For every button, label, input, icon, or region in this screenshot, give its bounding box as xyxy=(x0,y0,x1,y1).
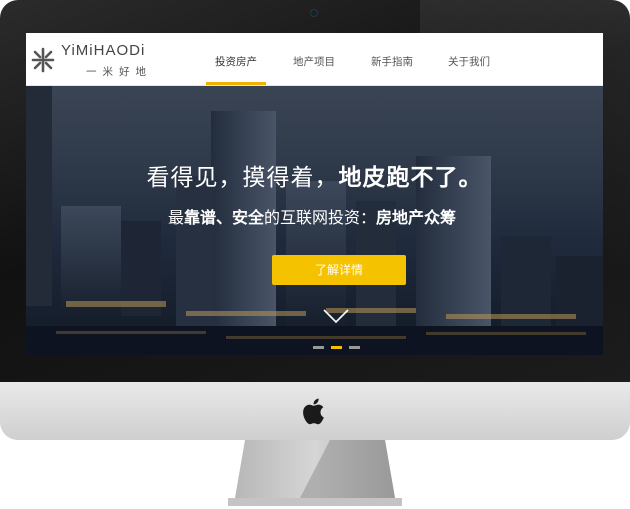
sub-bold-1: 靠谱、安全 xyxy=(183,208,264,227)
camera-icon xyxy=(311,10,317,16)
nav-active-underline xyxy=(206,82,266,85)
headline-regular: 看得见，摸得着， xyxy=(146,165,339,191)
nav-about-us[interactable]: 关于我们 xyxy=(448,54,490,69)
headline-bold: 地皮跑不了。 xyxy=(338,165,483,191)
monitor-stand xyxy=(228,440,402,506)
sub-mid: 的互联网投资： xyxy=(264,208,377,227)
carousel-dot-3[interactable] xyxy=(349,346,360,349)
website-screen: YiMiHAODi 一米好地 投资房产 地产项目 新手指南 关于我们 看得见，摸… xyxy=(26,33,603,355)
chevron-down-icon[interactable] xyxy=(323,308,349,324)
hero-subheadline: 最靠谱、安全的互联网投资：房地产众筹 xyxy=(26,204,568,228)
hero-banner: 看得见，摸得着，地皮跑不了。 最靠谱、安全的互联网投资：房地产众筹 了解详情 xyxy=(26,86,603,355)
apple-icon xyxy=(303,398,324,425)
nav-beginner-guide[interactable]: 新手指南 xyxy=(371,54,413,69)
nav-real-estate-projects[interactable]: 地产项目 xyxy=(293,54,335,69)
sub-bold-2: 房地产众筹 xyxy=(376,208,457,227)
carousel-indicators xyxy=(313,346,373,349)
site-header: YiMiHAODi 一米好地 投资房产 地产项目 新手指南 关于我们 xyxy=(26,33,603,86)
carousel-dot-1[interactable] xyxy=(313,346,324,349)
logo-text-en[interactable]: YiMiHAODi xyxy=(61,42,145,59)
learn-more-button[interactable]: 了解详情 xyxy=(272,255,406,285)
sub-prefix: 最 xyxy=(167,208,184,227)
logo-mark-icon[interactable] xyxy=(29,46,57,74)
hero-headline: 看得见，摸得着，地皮跑不了。 xyxy=(26,158,603,192)
carousel-dot-2[interactable] xyxy=(331,346,342,349)
logo-text-cn[interactable]: 一米好地 xyxy=(86,64,152,79)
nav-invest-property[interactable]: 投资房产 xyxy=(215,54,257,69)
